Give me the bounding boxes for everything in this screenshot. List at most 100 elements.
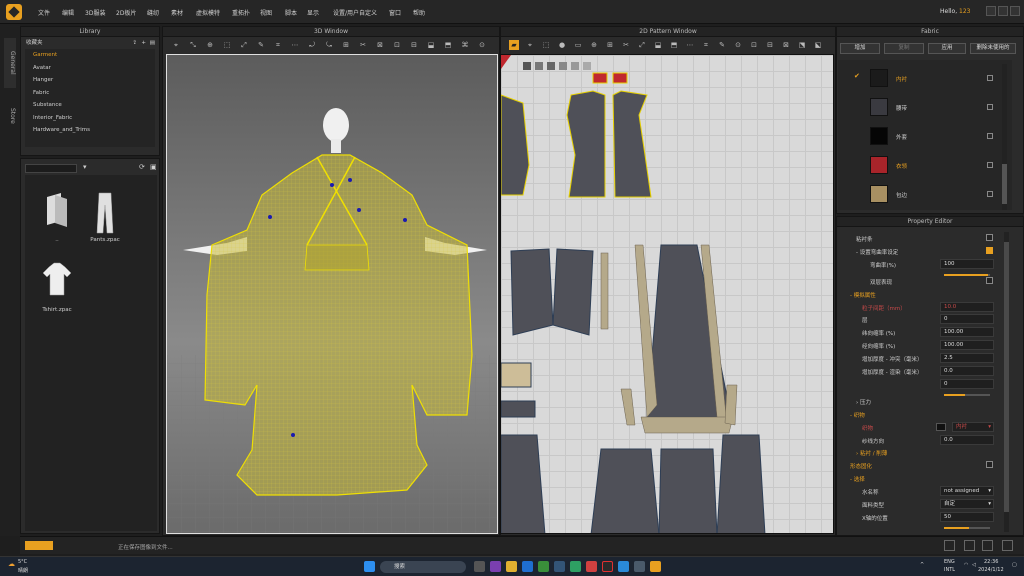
- slider-track[interactable]: [944, 526, 990, 529]
- grid-icon[interactable]: ▤: [150, 37, 155, 49]
- toolbar-tool-icon[interactable]: ⊟: [765, 40, 775, 50]
- app-icon[interactable]: [586, 561, 597, 572]
- wifi-icon[interactable]: ◠: [964, 562, 968, 568]
- toolbar-tool-icon[interactable]: ⬒: [443, 40, 453, 50]
- toolbar-tool-icon[interactable]: ▰: [509, 40, 519, 50]
- library-item[interactable]: Hanger: [25, 74, 155, 87]
- add-fabric-button[interactable]: 增加: [840, 43, 880, 54]
- refresh-icon[interactable]: ⟳: [139, 163, 145, 171]
- library-item[interactable]: Hardware_and_Trims: [25, 124, 155, 137]
- file-item-tshirt[interactable]: Tshirt.zpac: [37, 259, 77, 319]
- toolbar-tool-icon[interactable]: ▭: [573, 40, 583, 50]
- toolbar-tool-icon[interactable]: ⬓: [426, 40, 436, 50]
- toolbar-tool-icon[interactable]: ⬒: [669, 40, 679, 50]
- app-icon[interactable]: [522, 561, 533, 572]
- add-icon[interactable]: +: [141, 37, 146, 49]
- app-icon[interactable]: [554, 561, 565, 572]
- layout-icon[interactable]: [964, 540, 975, 551]
- tool-icon[interactable]: [571, 62, 579, 70]
- library-item[interactable]: Fabric: [25, 87, 155, 100]
- toolbar-tool-icon[interactable]: ⊠: [375, 40, 385, 50]
- taskbar-search[interactable]: 搜索: [380, 561, 466, 573]
- toolbar-tool-icon[interactable]: ⊡: [749, 40, 759, 50]
- menu-item[interactable]: 帮助: [413, 8, 425, 17]
- tool-icon[interactable]: [559, 62, 567, 70]
- clock-time[interactable]: 22:36: [984, 559, 998, 565]
- property-scrollbar[interactable]: [1004, 232, 1009, 532]
- property-value-field[interactable]: 0.0: [940, 434, 994, 445]
- app-icon[interactable]: [570, 561, 581, 572]
- toolbar-tool-icon[interactable]: ⤿: [324, 40, 334, 50]
- property-checkbox[interactable]: [986, 461, 993, 469]
- property-value-field[interactable]: 0.0: [940, 366, 994, 376]
- menu-item[interactable]: 文件: [38, 8, 50, 17]
- property-value-field[interactable]: 自定 ▾: [940, 499, 994, 509]
- fabric-menu-icon[interactable]: [987, 75, 993, 81]
- fabric-item[interactable]: 外套: [840, 124, 996, 152]
- clock-date[interactable]: 2024/1/12: [978, 567, 1004, 573]
- toolbar-tool-icon[interactable]: ⤡: [188, 40, 198, 50]
- fabric-item[interactable]: 腰带: [840, 95, 996, 123]
- toolbar-tool-icon[interactable]: ⤢: [239, 40, 249, 50]
- layout-icon[interactable]: [982, 540, 993, 551]
- tool-icon[interactable]: [583, 62, 591, 70]
- toolbar-tool-icon[interactable]: ⊙: [733, 40, 743, 50]
- property-value-field[interactable]: 0: [940, 378, 994, 389]
- file-item-pants[interactable]: Pants.zpac: [85, 189, 125, 249]
- layout-icon[interactable]: [1002, 540, 1013, 551]
- toolbar-tool-icon[interactable]: ●: [557, 40, 567, 50]
- library-item[interactable]: Substance: [25, 99, 155, 112]
- fabric-scrollbar[interactable]: [1002, 64, 1007, 210]
- volume-icon[interactable]: ◁: [972, 562, 976, 568]
- edge-icon[interactable]: [618, 561, 629, 572]
- toolbar-tool-icon[interactable]: ⬕: [813, 40, 823, 50]
- property-value-field[interactable]: 100: [940, 258, 994, 269]
- fabric-item[interactable]: 衣领: [840, 153, 996, 181]
- tool-icon[interactable]: [547, 62, 555, 70]
- property-value-field[interactable]: not assigned ▾: [940, 486, 994, 497]
- menu-item[interactable]: 脚本: [285, 8, 297, 17]
- tool-icon[interactable]: [535, 62, 543, 70]
- menu-item[interactable]: 虚拟模特: [196, 8, 220, 17]
- taskview-icon[interactable]: [474, 561, 485, 572]
- library-item[interactable]: Garment: [25, 49, 155, 62]
- weather-icon[interactable]: ☁: [8, 560, 15, 568]
- lang-top[interactable]: ENG: [944, 559, 955, 565]
- tab-store[interactable]: Store: [4, 96, 16, 136]
- tray-chevron-icon[interactable]: ^: [920, 562, 924, 568]
- toolbar-tool-icon[interactable]: ⋯: [290, 40, 300, 50]
- menu-item[interactable]: 设置/用户自定义: [333, 8, 377, 17]
- fabric-swatch[interactable]: [870, 69, 888, 87]
- fabric-item[interactable]: ✔ 内衬: [840, 66, 996, 94]
- tool-icon[interactable]: [523, 62, 531, 70]
- property-value-field[interactable]: 10.0: [940, 301, 994, 312]
- app-icon[interactable]: [538, 561, 549, 572]
- clo-app-icon[interactable]: [650, 561, 661, 572]
- toolbar-tool-icon[interactable]: ⬓: [653, 40, 663, 50]
- menu-item[interactable]: 编辑: [62, 8, 74, 17]
- toolbar-tool-icon[interactable]: ⊡: [392, 40, 402, 50]
- fabric-swatch[interactable]: [870, 156, 888, 174]
- menu-item[interactable]: 重拓扑: [232, 8, 250, 17]
- fabric-menu-icon[interactable]: [987, 162, 993, 168]
- library-item[interactable]: Interior_Fabric: [25, 112, 155, 125]
- property-value-field[interactable]: 内衬 ▾: [952, 421, 994, 432]
- fabric-swatch[interactable]: [870, 185, 888, 203]
- tab-general[interactable]: General: [4, 38, 16, 88]
- menu-item[interactable]: 2D板片: [116, 8, 136, 17]
- toolbar-tool-icon[interactable]: ✂: [621, 40, 631, 50]
- property-value-field[interactable]: 100.00: [940, 327, 994, 338]
- start-icon[interactable]: [364, 561, 375, 572]
- fabric-item[interactable]: 包边: [840, 182, 996, 210]
- property-checkbox[interactable]: [986, 246, 993, 254]
- menu-item[interactable]: 素材: [171, 8, 183, 17]
- fabric-menu-icon[interactable]: [987, 104, 993, 110]
- app-icon[interactable]: [602, 561, 613, 572]
- toolbar-tool-icon[interactable]: ⊞: [341, 40, 351, 50]
- property-value-field[interactable]: 2.5: [940, 353, 994, 364]
- toolbar-tool-icon[interactable]: ⌗: [273, 40, 283, 50]
- toolbar-tool-icon[interactable]: ⤾: [307, 40, 317, 50]
- fabric-swatch[interactable]: [936, 422, 946, 431]
- toolbar-tool-icon[interactable]: ⊠: [781, 40, 791, 50]
- fabric-swatch[interactable]: [870, 98, 888, 116]
